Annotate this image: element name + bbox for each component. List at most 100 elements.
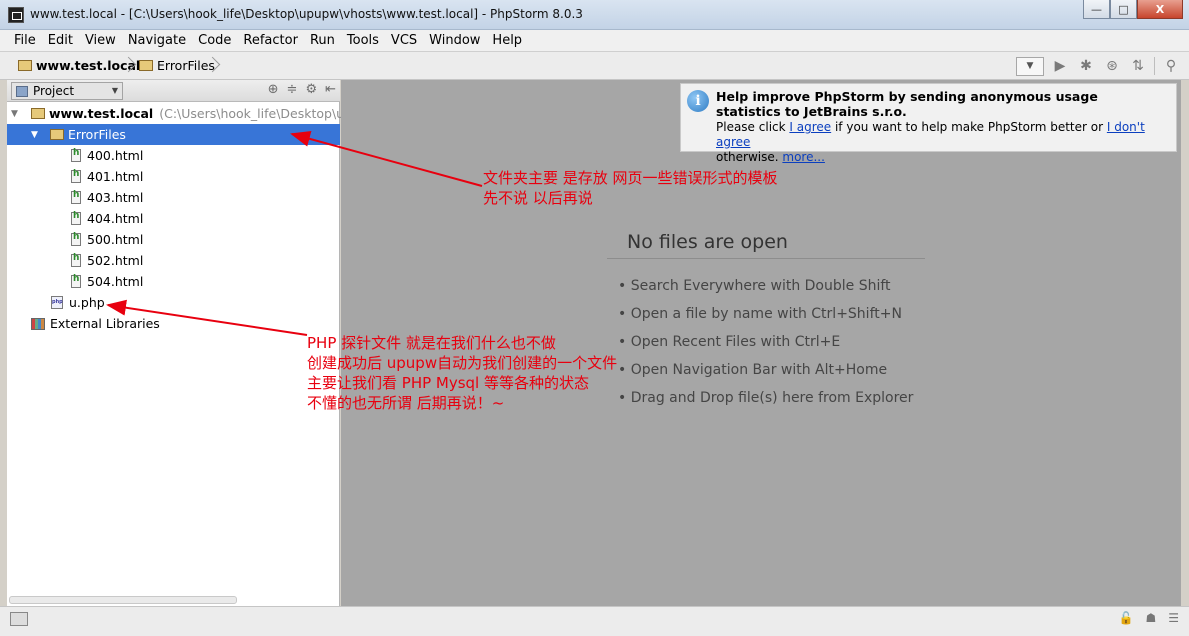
menu-window[interactable]: Window <box>423 33 486 48</box>
status-indicators: 🔓 ☗ ☰ <box>1119 611 1179 625</box>
settings-gear-icon[interactable]: ⚙ <box>305 82 317 97</box>
horizontal-scrollbar[interactable] <box>9 596 237 604</box>
annotation-line: 文件夹主要 是存放 网页一些错误形式的模板 <box>483 169 778 187</box>
tree-file-item[interactable]: 404.html <box>7 208 340 229</box>
inspector-icon[interactable]: ☗ <box>1145 611 1156 625</box>
annotation-line: 不懂的也无所谓 后期再说！~ <box>307 394 505 412</box>
menu-vcs[interactable]: VCS <box>385 33 423 48</box>
menu-tools[interactable]: Tools <box>341 33 385 48</box>
html-file-icon <box>71 232 81 246</box>
chevron-down-icon: ▼ <box>111 86 118 95</box>
run-icon[interactable]: ▶ <box>1050 56 1070 76</box>
notification-body: Please click I agree if you want to help… <box>716 120 1171 165</box>
php-file-label: u.php <box>69 295 105 310</box>
tree-node-external-libraries[interactable]: External Libraries <box>7 313 340 334</box>
folder-icon <box>18 60 32 71</box>
coverage-icon[interactable]: ⊛ <box>1102 56 1122 76</box>
project-view-label: Project <box>33 84 75 98</box>
html-file-icon <box>71 274 81 288</box>
menu-bar: File Edit View Navigate Code Refactor Ru… <box>0 30 1189 52</box>
menu-view[interactable]: View <box>79 33 122 48</box>
file-label: 400.html <box>87 148 144 163</box>
library-icon <box>31 317 45 330</box>
menu-help[interactable]: Help <box>486 33 528 48</box>
search-icon[interactable]: ⚲ <box>1161 56 1181 76</box>
info-icon: i <box>687 90 709 112</box>
tree-file-item[interactable]: 401.html <box>7 166 340 187</box>
scroll-from-source-icon[interactable]: ⊕ <box>268 82 279 97</box>
hint-item: • Drag and Drop file(s) here from Explor… <box>618 390 914 406</box>
event-log-icon[interactable]: ☰ <box>1168 611 1179 625</box>
annotation-line: 主要让我们看 PHP Mysql 等等各种的状态 <box>307 374 589 392</box>
status-bar: 🔓 ☗ ☰ <box>0 606 1189 636</box>
minimize-button[interactable]: — <box>1083 0 1110 19</box>
menu-code[interactable]: Code <box>192 33 237 48</box>
hint-item: • Open a file by name with Ctrl+Shift+N <box>618 306 902 322</box>
collapse-all-icon[interactable]: ≑ <box>287 82 298 97</box>
close-button[interactable]: X <box>1137 0 1183 19</box>
breadcrumb-separator-icon <box>123 56 133 76</box>
menu-refactor[interactable]: Refactor <box>237 33 304 48</box>
file-label: 502.html <box>87 253 144 268</box>
breadcrumb-separator-icon <box>207 56 217 76</box>
vcs-icon[interactable]: ⇅ <box>1128 56 1148 76</box>
tree-file-item[interactable]: 502.html <box>7 250 340 271</box>
annotation-line: 先不说 以后再说 <box>483 189 593 207</box>
menu-run[interactable]: Run <box>304 33 341 48</box>
tree-node-root[interactable]: ▼ www.test.local (C:\Users\hook_life\Des… <box>7 103 368 124</box>
debug-icon[interactable]: ✱ <box>1076 56 1096 76</box>
lock-icon[interactable]: 🔓 <box>1119 611 1134 625</box>
hint-item: • Search Everywhere with Double Shift <box>618 278 891 294</box>
tree-node-php-file[interactable]: u.php <box>7 292 340 313</box>
toolbar-divider <box>1154 57 1155 75</box>
no-files-title: No files are open <box>627 231 788 253</box>
tool-windows-toggle-icon[interactable] <box>10 612 28 626</box>
tree-file-item[interactable]: 403.html <box>7 187 340 208</box>
tree-file-item[interactable]: 400.html <box>7 145 340 166</box>
menu-file[interactable]: File <box>8 33 42 48</box>
php-file-icon <box>51 296 63 309</box>
html-file-icon <box>71 148 81 162</box>
tree-file-item[interactable]: 504.html <box>7 271 340 292</box>
title-bar: www.test.local - [C:\Users\hook_life\Des… <box>0 0 1189 30</box>
project-panel-header: Project ▼ ⊕ ≑ ⚙ ⇤ <box>7 80 340 102</box>
project-view-selector[interactable]: Project ▼ <box>11 82 123 100</box>
run-config-dropdown[interactable]: ▼ <box>1016 56 1044 76</box>
html-file-icon <box>71 190 81 204</box>
notification-text: Please click <box>716 120 790 134</box>
annotation-line: 创建成功后 upupw自动为我们创建的一个文件 <box>307 354 618 372</box>
maximize-button[interactable]: □ <box>1110 0 1137 19</box>
divider <box>607 258 925 259</box>
file-label: 404.html <box>87 211 144 226</box>
notification-text: if you want to help make PhpStorm better… <box>831 120 1107 134</box>
annotation-line: PHP 探针文件 就是在我们什么也不做 <box>307 334 556 352</box>
window-controls: — □ X <box>1083 0 1183 19</box>
tree-file-item[interactable]: 500.html <box>7 229 340 250</box>
annotation-note-2: PHP 探针文件 就是在我们什么也不做 创建成功后 upupw自动为我们创建的一… <box>307 333 617 413</box>
notification-text: otherwise. <box>716 150 783 164</box>
menu-navigate[interactable]: Navigate <box>122 33 192 48</box>
tree-root-path: (C:\Users\hook_life\Desktop\upup <box>159 106 368 121</box>
notification-title: Help improve PhpStorm by sending anonymo… <box>716 89 1098 119</box>
expand-arrow-icon[interactable]: ▼ <box>11 109 18 119</box>
project-tool-window: Project ▼ ⊕ ≑ ⚙ ⇤ ▼ www.test.local (C:\U… <box>7 80 368 606</box>
file-label: 403.html <box>87 190 144 205</box>
breadcrumb-folder[interactable]: ErrorFiles <box>139 58 215 73</box>
agree-link[interactable]: I agree <box>789 120 831 134</box>
window-title: www.test.local - [C:\Users\hook_life\Des… <box>30 7 583 21</box>
hint-item: • Open Recent Files with Ctrl+E <box>618 334 841 350</box>
navigation-bar: www.test.local ErrorFiles ▼ ▶ ✱ ⊛ ⇅ ⚲ <box>0 52 1189 80</box>
phpstorm-app-icon <box>8 7 24 23</box>
file-label: 401.html <box>87 169 144 184</box>
tree-node-errorfiles[interactable]: ▼ ErrorFiles <box>7 124 340 145</box>
menu-edit[interactable]: Edit <box>42 33 79 48</box>
hide-panel-icon[interactable]: ⇤ <box>325 82 336 97</box>
tree-root-label: www.test.local <box>49 106 154 121</box>
project-panel-actions: ⊕ ≑ ⚙ ⇤ <box>268 82 336 97</box>
folder-icon <box>50 129 64 140</box>
html-file-icon <box>71 169 81 183</box>
more-link[interactable]: more... <box>782 150 825 164</box>
html-file-icon <box>71 253 81 267</box>
annotation-note-1: 文件夹主要 是存放 网页一些错误形式的模板 先不说 以后再说 <box>483 168 778 208</box>
expand-arrow-icon[interactable]: ▼ <box>31 130 38 140</box>
